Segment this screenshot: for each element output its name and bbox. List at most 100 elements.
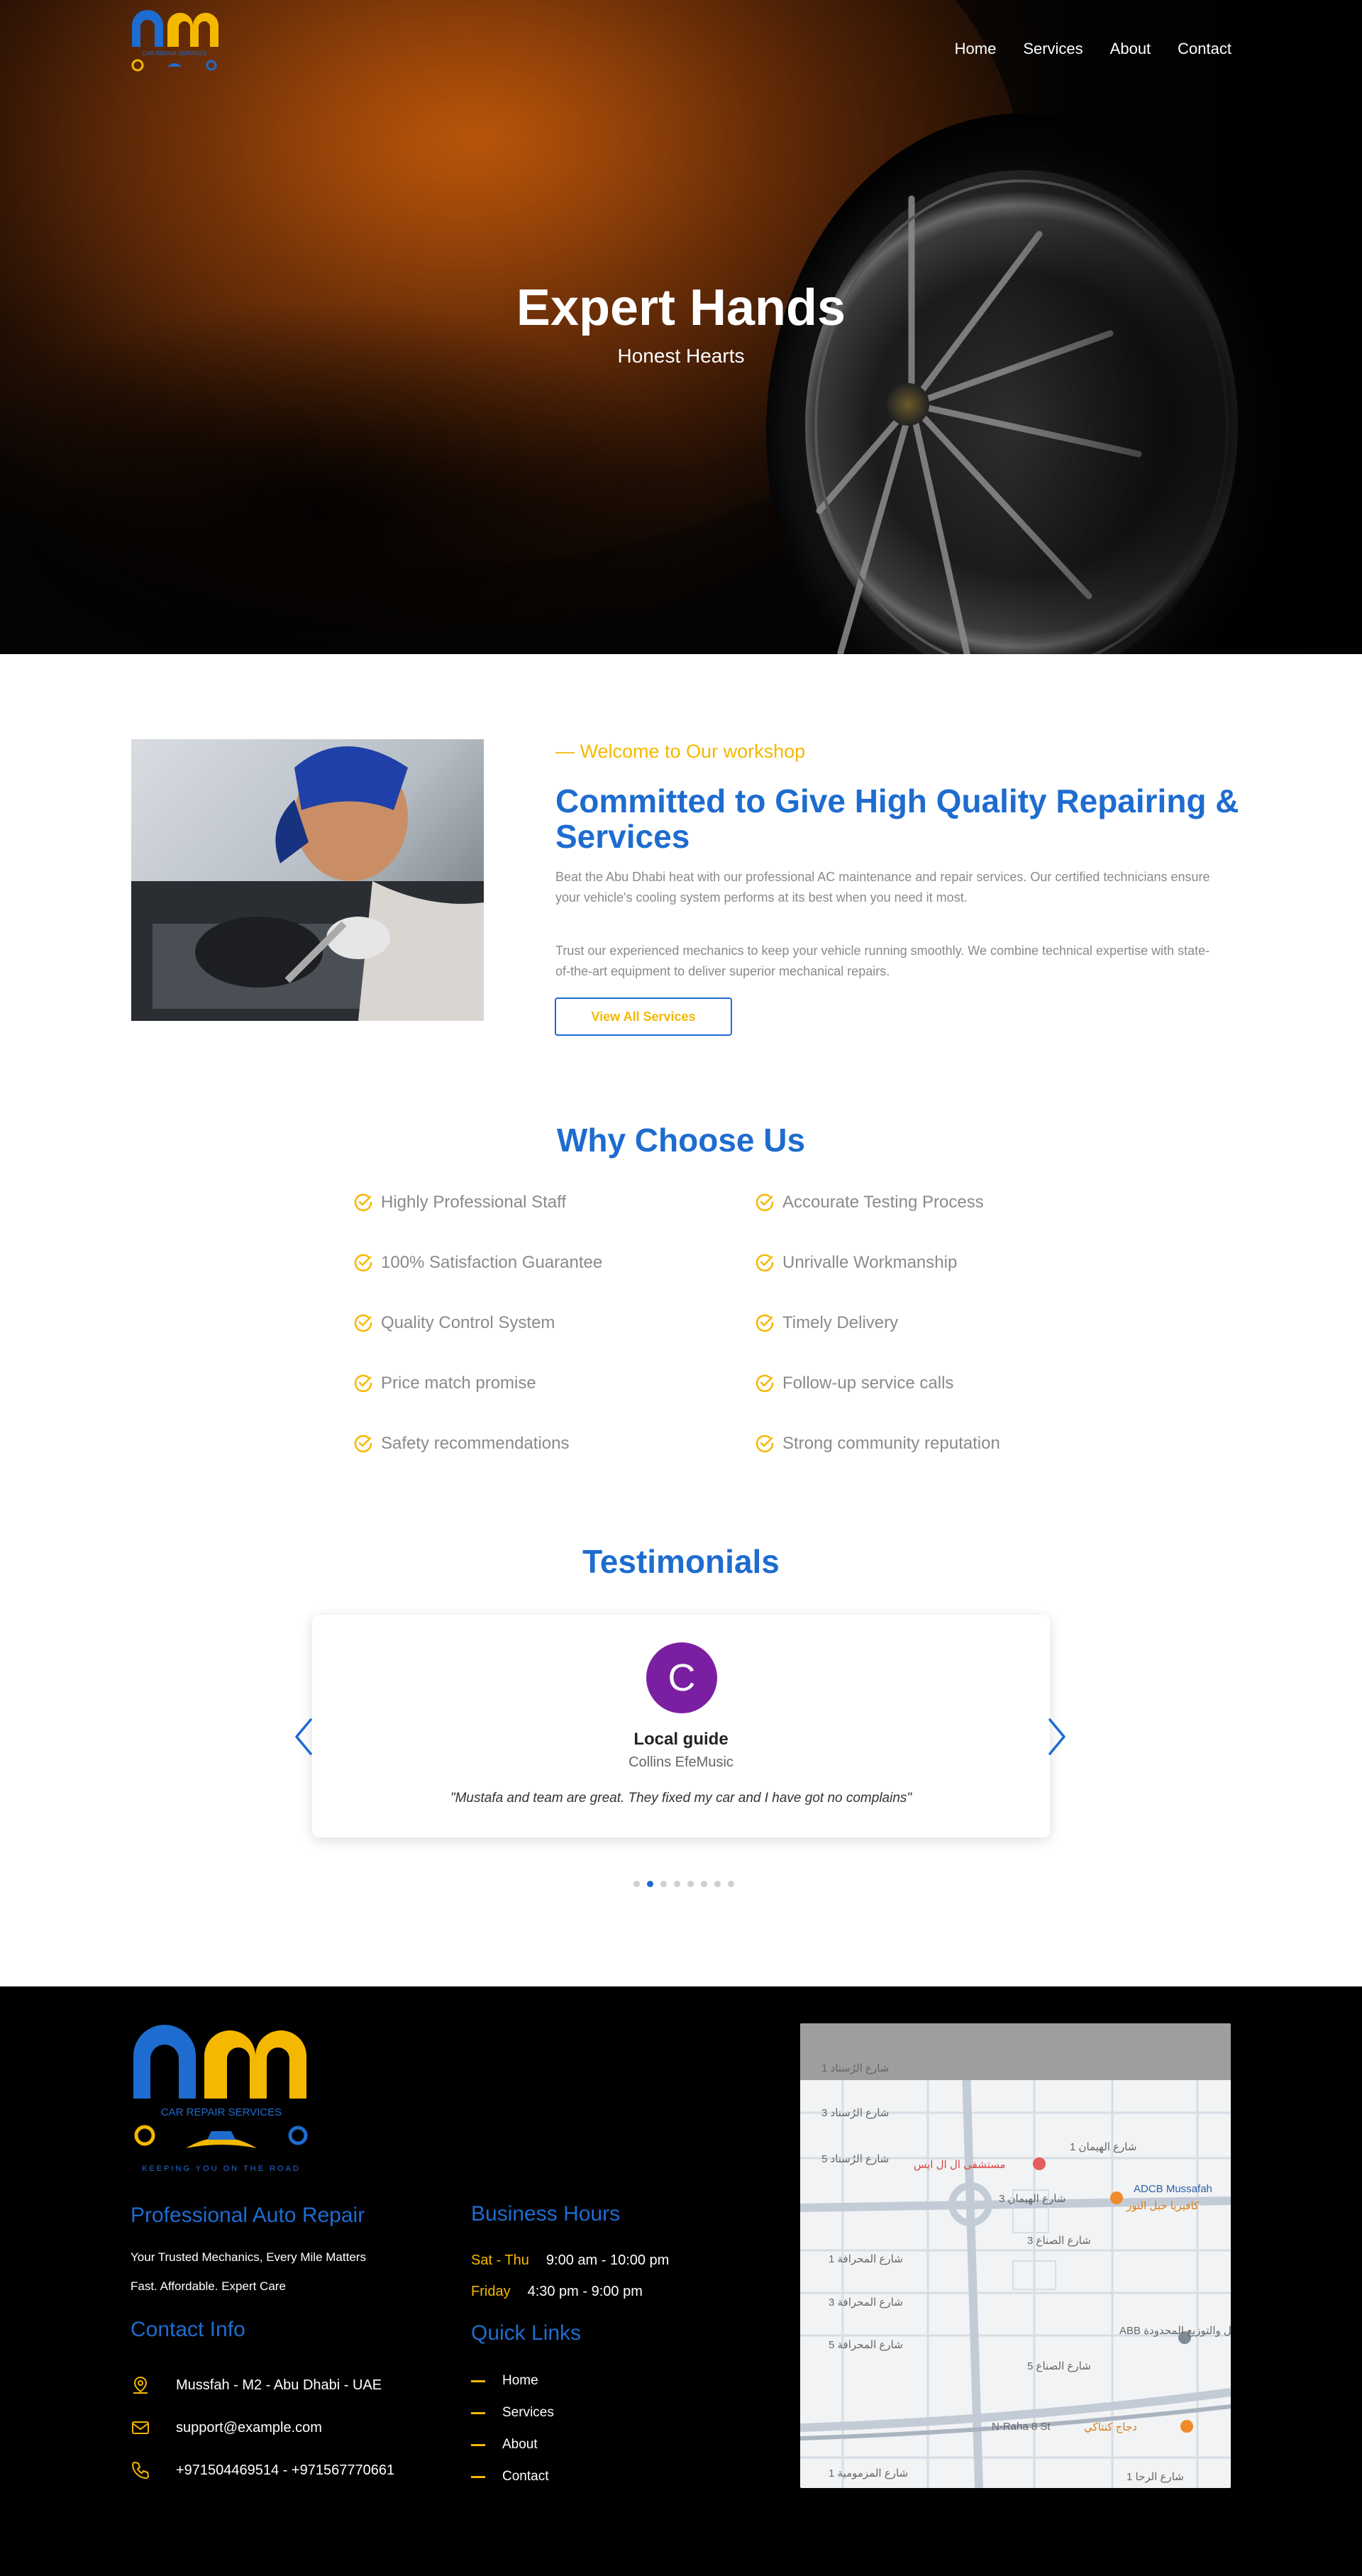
map-label: شارع الهيمان 1 xyxy=(1070,2141,1137,2153)
about-title: Committed to Give High Quality Repairing… xyxy=(555,783,1239,855)
footer-link-services[interactable]: Services xyxy=(471,2405,554,2421)
nav-contact[interactable]: Contact xyxy=(1178,40,1231,58)
map-label: دجاج كنتاكي xyxy=(1084,2421,1137,2433)
hours-row: Sat - Thu 9:00 am - 10:00 pm xyxy=(471,2252,669,2269)
hero-section: CAR REPAIR SERVICES Home Services About … xyxy=(0,0,1362,654)
map-label: ADCB Mussafah xyxy=(1134,2183,1212,2195)
why-item: Timely Delivery xyxy=(754,1312,898,1334)
nav-about[interactable]: About xyxy=(1110,40,1151,58)
carousel-dot[interactable] xyxy=(701,1881,707,1887)
carousel-dot[interactable] xyxy=(714,1881,721,1887)
why-item-label: Unrivalle Workmanship xyxy=(782,1253,958,1272)
hours-row: Friday 4:30 pm - 9:00 pm xyxy=(471,2284,643,2300)
testimonial-name: Local guide xyxy=(633,1730,729,1749)
map-label: شارع الرحا 1 xyxy=(1126,2471,1184,2483)
link-dash xyxy=(471,2443,485,2446)
hero-title: Expert Hands xyxy=(516,280,846,336)
carousel-dot[interactable] xyxy=(674,1881,680,1887)
contact-email[interactable]: support@example.com xyxy=(176,2420,322,2436)
footer-logo-slogan: KEEPING YOU ON THE ROAD xyxy=(142,2165,301,2173)
why-item: Safety recommendations xyxy=(353,1433,569,1454)
footer-about-line-1: Your Trusted Mechanics, Every Mile Matte… xyxy=(131,2250,366,2264)
map-label: شارع المحرافة 3 xyxy=(829,2296,903,2309)
why-item-label: Price match promise xyxy=(381,1373,536,1393)
footer-links-heading: Quick Links xyxy=(471,2321,582,2345)
nav-home[interactable]: Home xyxy=(955,40,997,58)
check-circle-icon xyxy=(755,1374,774,1393)
footer-logo-caption: CAR REPAIR SERVICES xyxy=(161,2106,282,2118)
why-item-label: 100% Satisfaction Guarantee xyxy=(381,1253,603,1272)
wheel-hub-cap xyxy=(887,383,929,426)
carousel-dot[interactable] xyxy=(660,1881,667,1887)
map-label: شارع الهيمان 3 xyxy=(999,2193,1066,2205)
check-circle-icon xyxy=(755,1435,774,1453)
why-item-label: Quality Control System xyxy=(381,1313,555,1332)
why-item: Unrivalle Workmanship xyxy=(754,1252,957,1273)
hours-days: Sat - Thu xyxy=(471,2252,529,2268)
why-item: Strong community reputation xyxy=(754,1433,1000,1454)
testimonial-quote: "Mustafa and team are great. They fixed … xyxy=(450,1791,912,1806)
why-item-label: Follow-up service calls xyxy=(782,1373,954,1393)
contact-address: Mussfah - M2 - Abu Dhabi - UAE xyxy=(176,2377,382,2393)
why-item: Accourate Testing Process xyxy=(754,1192,984,1213)
map-label: شارع المزمومية 1 xyxy=(829,2467,909,2480)
carousel-dot[interactable] xyxy=(687,1881,694,1887)
footer-logo[interactable]: CAR REPAIR SERVICES KEEPING YOU ON THE R… xyxy=(131,2021,312,2184)
hours-time: 4:30 pm - 9:00 pm xyxy=(527,2284,643,2299)
location-map[interactable]: شارع الرُسناد 1 شارع الرُسناد 3 شارع الر… xyxy=(800,2023,1231,2488)
carousel-dot[interactable] xyxy=(728,1881,734,1887)
why-item: Follow-up service calls xyxy=(754,1373,953,1394)
map-label: شارع المحرافة 1 xyxy=(829,2253,903,2265)
carousel-prev-icon[interactable] xyxy=(291,1717,316,1757)
contact-phone-row: +971504469514 - +971567770661 xyxy=(131,2460,394,2480)
footer-link-home[interactable]: Home xyxy=(471,2373,538,2389)
check-circle-icon xyxy=(354,1193,372,1212)
why-item-label: Strong community reputation xyxy=(782,1434,1000,1453)
check-circle-icon xyxy=(755,1254,774,1272)
map-label: شارع الصناع 3 xyxy=(1027,2235,1091,2247)
hours-days: Friday xyxy=(471,2284,511,2299)
phone-icon xyxy=(132,2462,149,2479)
why-item: Quality Control System xyxy=(353,1312,555,1334)
carousel-dots xyxy=(633,1881,734,1887)
mechanic-photo xyxy=(131,739,484,1021)
carousel-dot[interactable] xyxy=(647,1881,653,1887)
footer-hours-heading: Business Hours xyxy=(471,2202,621,2226)
mail-icon xyxy=(132,2421,149,2434)
check-circle-icon xyxy=(354,1254,372,1272)
carousel-next-icon[interactable] xyxy=(1044,1717,1070,1757)
footer-link-label: Contact xyxy=(502,2469,549,2484)
why-item-label: Timely Delivery xyxy=(782,1313,899,1332)
contact-phone[interactable]: +971504469514 - +971567770661 xyxy=(176,2462,394,2479)
footer-link-about[interactable]: About xyxy=(471,2437,538,2453)
about-paragraph-1: Beat the Abu Dhabi heat with our profess… xyxy=(555,870,1210,905)
why-choose-us-title: Why Choose Us xyxy=(556,1122,806,1159)
view-all-services-button[interactable]: View All Services xyxy=(555,997,732,1036)
mechanic-photo-graphic xyxy=(131,746,484,1021)
footer-about-heading: Professional Auto Repair xyxy=(131,2204,365,2227)
footer-link-label: About xyxy=(502,2437,538,2452)
footer-about-line-2: Fast. Affordable. Expert Care xyxy=(131,2279,286,2293)
map-label: شارع الصناع 5 xyxy=(1027,2360,1091,2372)
about-eyebrow: — Welcome to Our workshop xyxy=(555,741,806,762)
main-nav: Home Services About Contact xyxy=(928,40,1231,58)
hours-time: 9:00 am - 10:00 pm xyxy=(546,2252,670,2268)
check-circle-icon xyxy=(354,1435,372,1453)
map-label: شارع الرُسناد 1 xyxy=(821,2062,890,2074)
carousel-dot[interactable] xyxy=(633,1881,640,1887)
check-circle-icon xyxy=(354,1314,372,1332)
footer-link-contact[interactable]: Contact xyxy=(471,2469,548,2484)
footer-link-label: Home xyxy=(502,2373,538,2388)
site-logo[interactable]: CAR REPAIR SERVICES xyxy=(131,10,223,88)
map-label: N-Raha 8 St xyxy=(992,2421,1051,2433)
link-dash xyxy=(471,2475,485,2478)
nav-services[interactable]: Services xyxy=(1023,40,1083,58)
check-circle-icon xyxy=(755,1314,774,1332)
why-item-label: Accourate Testing Process xyxy=(782,1193,984,1212)
link-dash xyxy=(471,2411,485,2414)
about-paragraph-2: Trust our experienced mechanics to keep … xyxy=(555,944,1210,978)
contact-address-row: Mussfah - M2 - Abu Dhabi - UAE xyxy=(131,2375,382,2395)
check-circle-icon xyxy=(354,1374,372,1393)
map-label: مستشفى ال ال ايس xyxy=(914,2159,1006,2171)
map-label: شارع الرُسناد 3 xyxy=(821,2107,890,2119)
